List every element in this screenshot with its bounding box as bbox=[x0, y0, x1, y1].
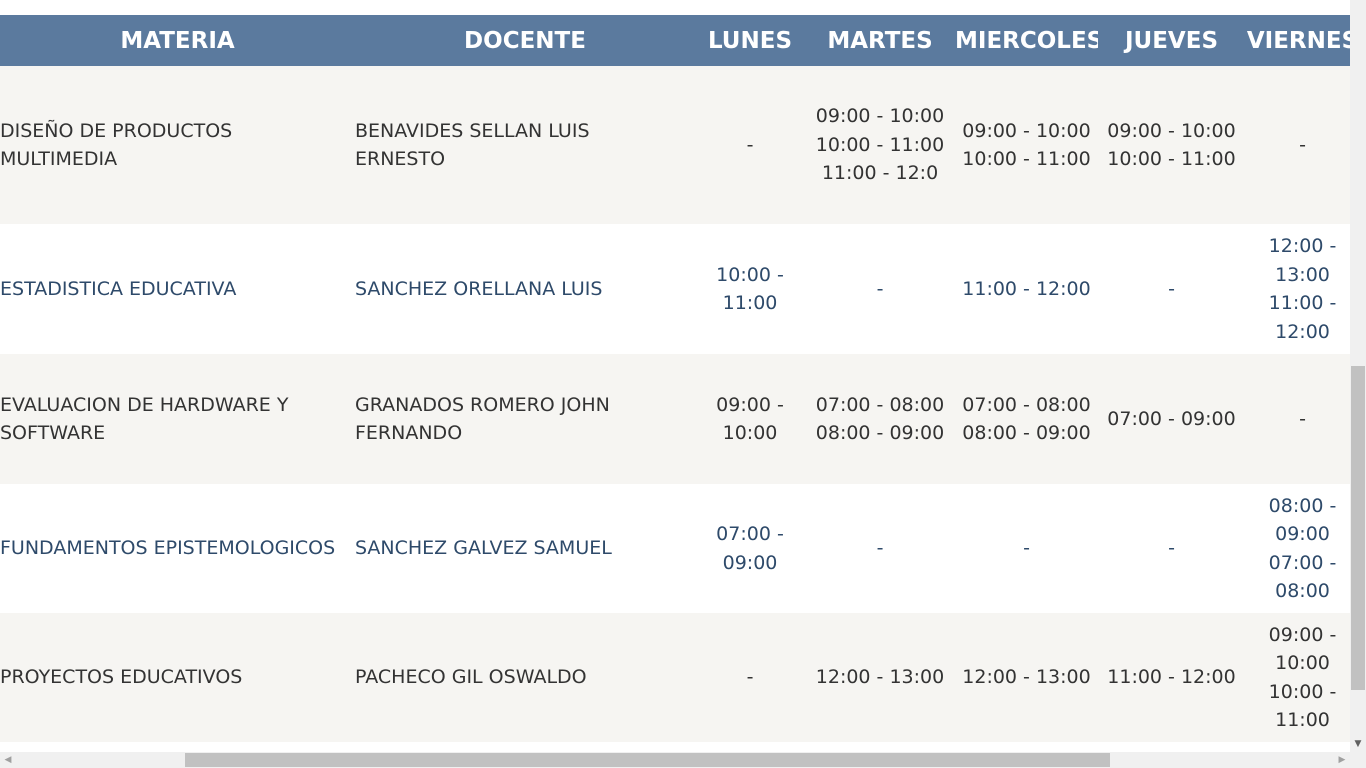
cell-miercoles: 09:00 - 10:00 10:00 - 11:00 bbox=[955, 66, 1098, 224]
time-slot: 12:00 - 13:00 bbox=[1268, 235, 1337, 286]
cell-docente: BENAVIDES SELLAN LUIS ERNESTO bbox=[355, 119, 590, 171]
header-viernes: VIERNES bbox=[1246, 27, 1350, 54]
cell-martes: 12:00 - 13:00 bbox=[805, 613, 955, 742]
cell-viernes: - bbox=[1245, 354, 1350, 484]
cell-lunes: 10:00 - 11:00 bbox=[695, 224, 805, 354]
scroll-down-arrow-icon[interactable]: ▼ bbox=[1350, 736, 1366, 752]
time-slot: 07:00 - 08:00 bbox=[815, 393, 945, 416]
horizontal-scrollbar[interactable]: ◀ ▶ bbox=[0, 752, 1350, 768]
cell-viernes: 09:00 - 10:00 10:00 - 11:00 bbox=[1245, 613, 1350, 742]
time-slot: 10:00 - 11:00 bbox=[716, 263, 784, 315]
table-row: EVALUACION DE HARDWARE Y SOFTWARE GRANADO… bbox=[0, 354, 1350, 484]
cell-viernes: 12:00 - 13:00 11:00 - 12:00 bbox=[1245, 224, 1350, 354]
table-header: MATERIA DOCENTE LUNES MARTES MIERCOLES J… bbox=[0, 15, 1350, 66]
header-materia: MATERIA bbox=[120, 27, 235, 54]
time-slot: 11:00 - 12:00 bbox=[1107, 666, 1236, 689]
header-row: MATERIA DOCENTE LUNES MARTES MIERCOLES J… bbox=[0, 15, 1350, 66]
vertical-scrollbar[interactable]: ▼ bbox=[1350, 0, 1366, 752]
time-slot: - bbox=[1023, 537, 1030, 560]
header-docente: DOCENTE bbox=[464, 27, 586, 54]
time-slot: - bbox=[876, 277, 884, 300]
cell-martes: 09:00 - 10:00 10:00 - 11:00 11:00 - 12:0 bbox=[805, 66, 955, 224]
table-body: DISEÑO DE PRODUCTOS MULTIMEDIA BENAVIDES … bbox=[0, 66, 1350, 742]
time-slot: 09:00 - 10:00 bbox=[716, 393, 784, 445]
cell-docente: SANCHEZ ORELLANA LUIS bbox=[355, 277, 603, 300]
time-slot: - bbox=[746, 666, 754, 689]
time-slot: - bbox=[1299, 407, 1306, 430]
time-slot: 11:00 - 12:00 bbox=[1268, 292, 1337, 343]
header-martes: MARTES bbox=[827, 27, 933, 54]
time-slot: 12:00 - 13:00 bbox=[962, 666, 1091, 689]
time-slot: 12:00 - 13:00 bbox=[815, 666, 945, 689]
horizontal-scrollbar-thumb[interactable] bbox=[185, 753, 1110, 767]
time-slot: 07:00 - 08:00 bbox=[1268, 551, 1337, 603]
cell-jueves: - bbox=[1098, 224, 1245, 354]
scroll-left-arrow-icon[interactable]: ◀ bbox=[0, 752, 16, 768]
cell-miercoles: 11:00 - 12:00 bbox=[955, 224, 1098, 354]
cell-materia: PROYECTOS EDUCATIVOS bbox=[0, 666, 243, 689]
time-slot: 08:00 - 09:00 bbox=[815, 422, 945, 444]
time-slot: - bbox=[746, 133, 754, 156]
table-row: DISEÑO DE PRODUCTOS MULTIMEDIA BENAVIDES … bbox=[0, 66, 1350, 224]
time-slot: - bbox=[1168, 537, 1175, 560]
cell-miercoles: - bbox=[955, 484, 1098, 613]
header-miercoles: MIERCOLES bbox=[955, 27, 1098, 54]
cell-jueves: - bbox=[1098, 484, 1245, 613]
cell-viernes: - bbox=[1245, 66, 1350, 224]
time-slot: 07:00 - 08:00 bbox=[962, 393, 1091, 416]
cell-lunes: 07:00 - 09:00 bbox=[695, 484, 805, 613]
cell-materia: EVALUACION DE HARDWARE Y SOFTWARE bbox=[0, 393, 289, 445]
table-row: ESTADISTICA EDUCATIVA SANCHEZ ORELLANA LU… bbox=[0, 224, 1350, 354]
table-row: PROYECTOS EDUCATIVOS PACHECO GIL OSWALDO -… bbox=[0, 613, 1350, 742]
time-slot: 09:00 - 10:00 bbox=[1107, 119, 1236, 142]
time-slot: 11:00 - 12:0 bbox=[821, 162, 939, 185]
vertical-scrollbar-thumb[interactable] bbox=[1351, 366, 1365, 690]
time-slot: 10:00 - 11:00 bbox=[1268, 680, 1337, 732]
cell-docente: PACHECO GIL OSWALDO bbox=[355, 666, 587, 689]
time-slot: - bbox=[1299, 133, 1306, 156]
cell-martes: - bbox=[805, 484, 955, 613]
scrollbar-corner bbox=[1350, 752, 1366, 768]
cell-viernes: 08:00 - 09:00 07:00 - 08:00 bbox=[1245, 484, 1350, 613]
schedule-table: MATERIA DOCENTE LUNES MARTES MIERCOLES J… bbox=[0, 15, 1350, 742]
page-viewport: MATERIA DOCENTE LUNES MARTES MIERCOLES J… bbox=[0, 0, 1350, 752]
cell-miercoles: 07:00 - 08:00 08:00 - 09:00 bbox=[955, 354, 1098, 484]
cell-lunes: - bbox=[695, 613, 805, 742]
time-slot: 09:00 - 10:00 bbox=[815, 105, 945, 128]
time-slot: - bbox=[1168, 277, 1175, 300]
time-slot: 10:00 - 11:00 bbox=[962, 148, 1091, 170]
schedule-table-container: MATERIA DOCENTE LUNES MARTES MIERCOLES J… bbox=[0, 15, 1350, 742]
time-slot: 10:00 - 11:00 bbox=[1107, 148, 1236, 170]
time-slot: 11:00 - 12:00 bbox=[962, 277, 1091, 300]
time-slot: 09:00 - 10:00 bbox=[1268, 623, 1337, 675]
cell-docente: GRANADOS ROMERO JOHN FERNANDO bbox=[355, 393, 610, 445]
time-slot: 08:00 - 09:00 bbox=[1268, 494, 1337, 546]
cell-martes: 07:00 - 08:00 08:00 - 09:00 bbox=[805, 354, 955, 484]
table-row: FUNDAMENTOS EPISTEMOLOGICOS SANCHEZ GALVE… bbox=[0, 484, 1350, 613]
cell-materia: ESTADISTICA EDUCATIVA bbox=[0, 277, 237, 300]
time-slot: 09:00 - 10:00 bbox=[962, 119, 1091, 142]
cell-lunes: - bbox=[695, 66, 805, 224]
cell-docente: SANCHEZ GALVEZ SAMUEL bbox=[355, 537, 612, 560]
time-slot: 07:00 - 09:00 bbox=[1107, 407, 1236, 430]
time-slot: 10:00 - 11:00 bbox=[815, 133, 945, 156]
cell-miercoles: 12:00 - 13:00 bbox=[955, 613, 1098, 742]
cell-lunes: 09:00 - 10:00 bbox=[695, 354, 805, 484]
scroll-right-arrow-icon[interactable]: ▶ bbox=[1334, 752, 1350, 768]
cell-martes: - bbox=[805, 224, 955, 354]
time-slot: 07:00 - 09:00 bbox=[716, 523, 784, 574]
header-lunes: LUNES bbox=[707, 27, 793, 54]
header-jueves: JUEVES bbox=[1124, 27, 1219, 54]
cell-jueves: 07:00 - 09:00 bbox=[1098, 354, 1245, 484]
time-slot: 08:00 - 09:00 bbox=[962, 422, 1091, 444]
cell-jueves: 11:00 - 12:00 bbox=[1098, 613, 1245, 742]
cell-jueves: 09:00 - 10:00 10:00 - 11:00 bbox=[1098, 66, 1245, 224]
cell-materia: FUNDAMENTOS EPISTEMOLOGICOS bbox=[0, 537, 336, 560]
cell-materia: DISEÑO DE PRODUCTOS MULTIMEDIA bbox=[0, 119, 233, 171]
time-slot: - bbox=[876, 537, 884, 560]
